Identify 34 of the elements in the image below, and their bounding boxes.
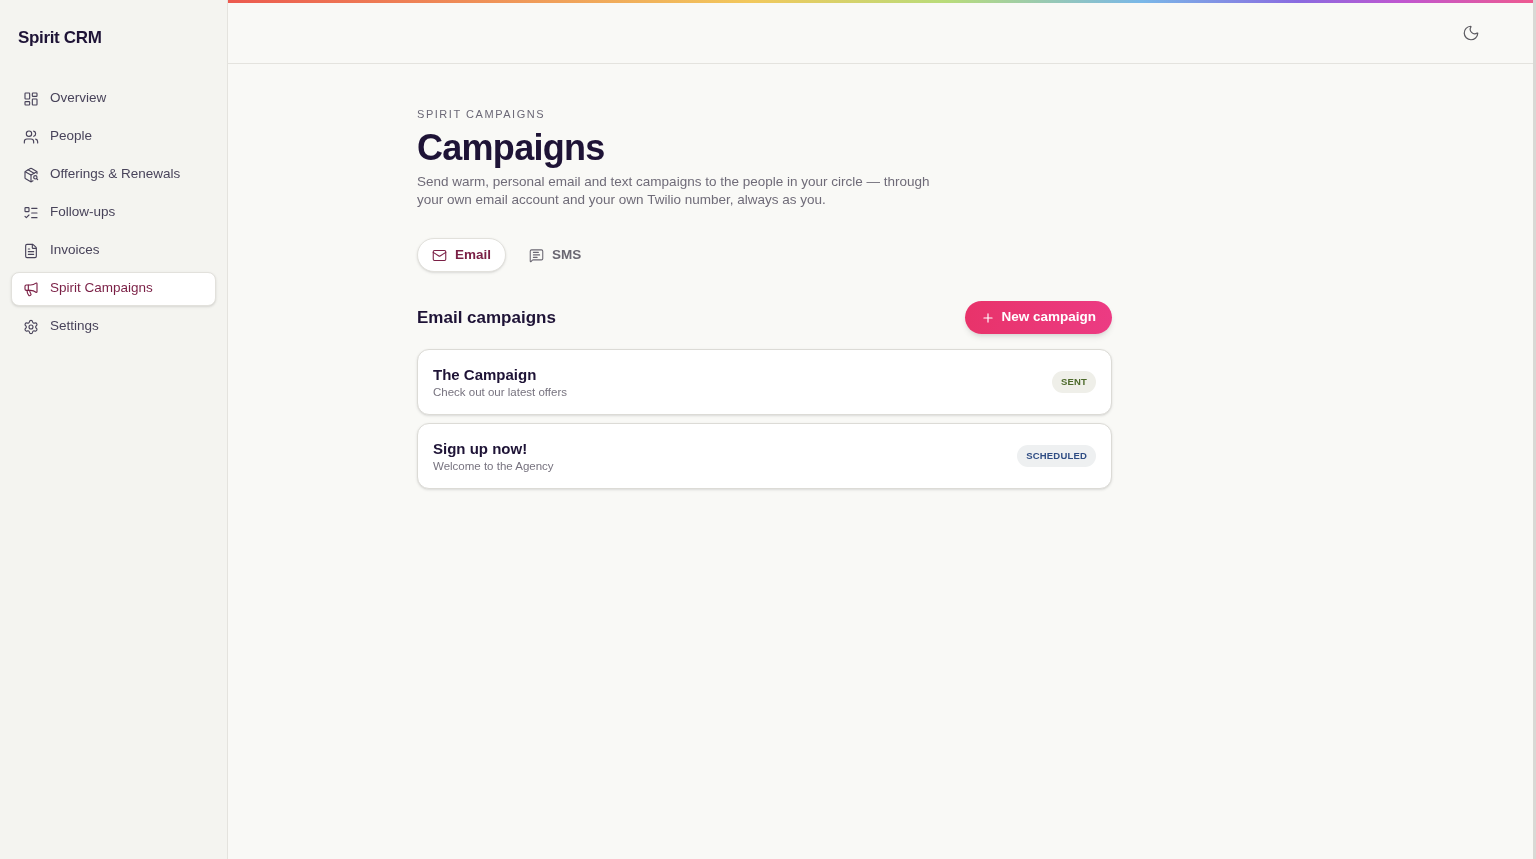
brand-name: Spirit CRM	[18, 28, 102, 47]
tab[interactable]: Email	[417, 238, 507, 272]
sidebar-item[interactable]: People	[11, 119, 216, 154]
people-icon	[23, 128, 39, 145]
page-title: Campaigns	[417, 128, 606, 168]
status-badge: SCHEDULED	[1017, 444, 1096, 468]
mail-icon	[432, 247, 447, 263]
section-title: Email campaigns	[417, 306, 556, 329]
megaphone-icon	[23, 280, 39, 297]
sidebar-item[interactable]: Settings	[11, 309, 216, 344]
sidebar-item[interactable]: Overview	[11, 81, 216, 116]
chat-icon	[529, 247, 545, 263]
campaign-card[interactable]: The Campaign Check out our latest offers SENT	[417, 349, 1112, 415]
grid-icon	[23, 90, 39, 107]
page-eyebrow: SPIRIT CAMPAIGNS	[417, 107, 547, 121]
campaign-subject: Check out our latest offers	[433, 384, 568, 400]
plus-icon	[981, 310, 996, 325]
sidebar-item[interactable]: Offerings & Renewals	[11, 157, 216, 192]
sidebar-item[interactable]: Spirit Campaigns	[11, 271, 216, 306]
new-campaign-button[interactable]: New campaign	[965, 301, 1112, 334]
campaign-card[interactable]: Sign up now! Welcome to the Agency SCHEDULED	[417, 423, 1112, 489]
box-search-icon	[23, 166, 39, 183]
page-description: Send warm, personal email and text campaigns to the people in your circle — through your own email account and your own Twilio number, always as you.	[417, 173, 931, 209]
document-icon	[23, 242, 39, 259]
moon-icon	[1462, 24, 1480, 42]
checklist-icon	[23, 204, 39, 221]
campaign-subject: Welcome to the Agency	[433, 458, 554, 474]
settings-icon	[23, 318, 39, 335]
campaign-name: The Campaign	[433, 364, 538, 384]
campaign-name: Sign up now!	[433, 438, 529, 458]
status-badge: SENT	[1051, 370, 1096, 394]
sidebar-item[interactable]: Invoices	[11, 233, 216, 268]
tab[interactable]: SMS	[514, 238, 597, 272]
sidebar-item[interactable]: Follow-ups	[11, 195, 216, 230]
